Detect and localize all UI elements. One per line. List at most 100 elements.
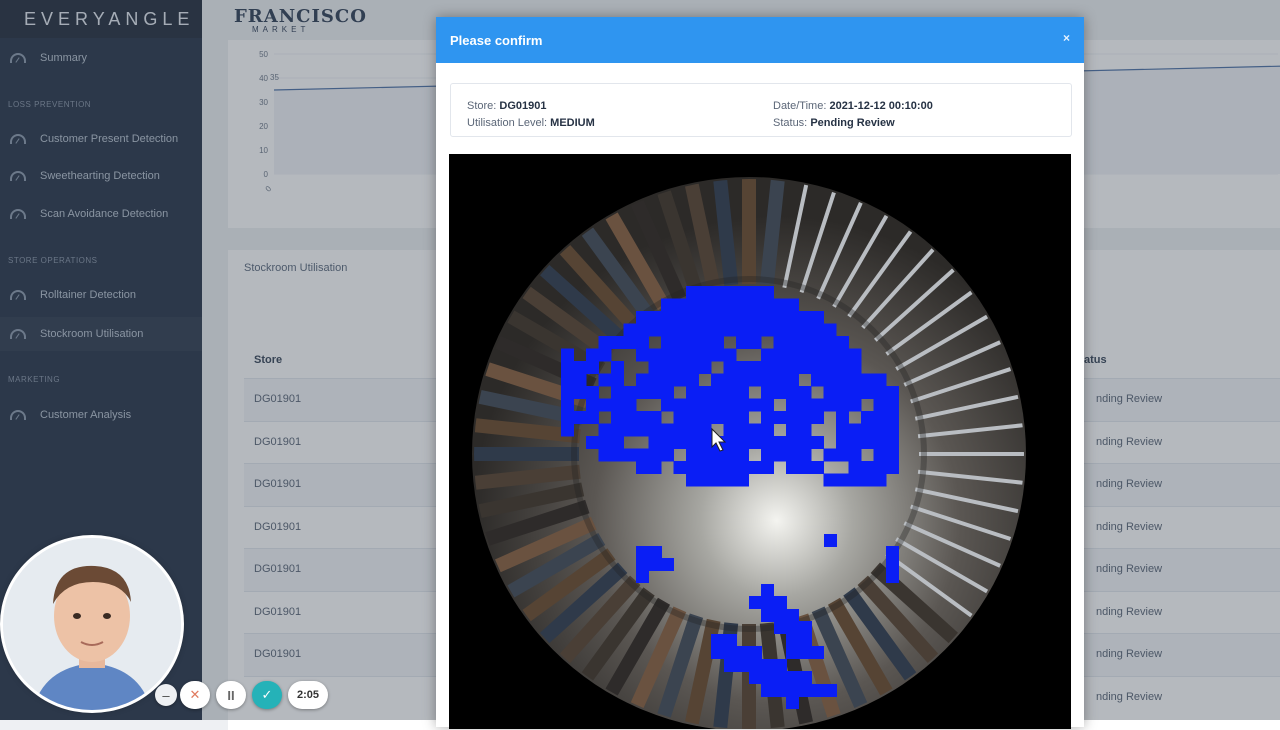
heatmap-cell xyxy=(711,411,724,424)
heatmap-cell xyxy=(836,473,849,487)
heatmap-cell xyxy=(811,311,824,324)
heatmap-cell xyxy=(848,361,862,374)
heatmap-cell xyxy=(848,386,862,399)
heatmap-cell xyxy=(811,646,824,659)
heatmap-cell xyxy=(774,621,787,634)
heatmap-cell xyxy=(673,398,687,412)
heatmap-cell xyxy=(686,361,699,374)
store-info: Store: DG01901 xyxy=(467,100,547,112)
heatmap-cell xyxy=(698,473,712,487)
heatmap-cell xyxy=(698,298,712,312)
heatmap-cell xyxy=(761,298,774,312)
confirm-button[interactable]: ✓ xyxy=(252,681,282,709)
pause-button[interactable]: II xyxy=(216,681,246,709)
heatmap-cell xyxy=(723,348,737,362)
heatmap-cell xyxy=(586,398,599,412)
heatmap-cell xyxy=(786,684,799,697)
heatmap-cell xyxy=(836,411,849,424)
heatmap-cell xyxy=(873,436,887,449)
heatmap-cell xyxy=(736,473,749,487)
heatmap-cell xyxy=(648,323,662,337)
heatmap-cell xyxy=(598,336,612,349)
heatmap-cell xyxy=(623,323,637,337)
heatmap-cell xyxy=(723,298,737,312)
heatmap-cell xyxy=(786,448,799,462)
heatmap-cell xyxy=(711,323,724,337)
heatmap-cell xyxy=(723,386,737,399)
heatmap-cell xyxy=(711,473,724,487)
heatmap-cell xyxy=(661,448,674,462)
heatmap-cell xyxy=(573,373,587,387)
heatmap-cell xyxy=(811,436,824,449)
heatmap-cell xyxy=(636,546,649,559)
heatmap-cell xyxy=(698,461,712,474)
datetime-value: 2021-12-12 00:10:00 xyxy=(829,100,933,112)
heatmap-cell xyxy=(673,311,687,324)
heatmap-cell xyxy=(761,311,774,324)
heatmap-cell xyxy=(836,348,849,362)
heatmap-cell xyxy=(611,386,624,399)
heatmap-cell xyxy=(561,373,574,387)
heatmap-cell xyxy=(886,570,899,583)
heatmap-cell xyxy=(773,411,787,424)
presenter-webcam-avatar xyxy=(3,538,181,710)
heatmap-cell xyxy=(736,646,749,659)
heatmap-cell xyxy=(773,361,787,374)
heatmap-cell xyxy=(698,323,712,337)
heatmap-cell xyxy=(761,436,774,449)
heatmap-cell xyxy=(673,461,687,474)
heatmap-cell xyxy=(698,348,712,362)
heatmap-cell xyxy=(873,386,887,399)
heatmap-cell xyxy=(798,423,812,437)
heatmap-cell xyxy=(649,558,662,571)
heatmap-cell xyxy=(636,386,649,399)
heatmap-cell xyxy=(661,311,674,324)
heatmap-cell xyxy=(636,558,649,571)
heatmap-cell xyxy=(761,348,774,362)
heatmap-cell xyxy=(836,386,849,399)
heatmap-cell xyxy=(761,373,774,387)
heatmap-cell xyxy=(711,373,724,387)
heatmap-cell xyxy=(786,361,799,374)
heatmap-cell xyxy=(873,448,887,462)
heatmap-cell xyxy=(873,423,887,437)
heatmap-cell xyxy=(736,411,749,424)
heatmap-cell xyxy=(761,423,774,437)
heatmap-cell xyxy=(773,323,787,337)
heatmap-cell xyxy=(873,411,887,424)
heatmap-cell xyxy=(761,448,774,462)
heatmap-cell xyxy=(736,398,749,412)
heatmap-cell xyxy=(886,423,899,437)
heatmap-cell xyxy=(686,286,699,299)
heatmap-cell xyxy=(711,311,724,324)
heatmap-cell xyxy=(648,311,662,324)
store-label: Store: xyxy=(467,100,497,112)
heatmap-cell xyxy=(748,323,762,337)
person-avatar-icon xyxy=(3,538,181,710)
heatmap-cell xyxy=(586,386,599,399)
heatmap-cell xyxy=(686,373,699,387)
heatmap-cell xyxy=(823,386,837,399)
close-icon[interactable]: × xyxy=(1063,31,1070,45)
heatmap-cell xyxy=(648,361,662,374)
heatmap-cell xyxy=(749,596,762,609)
heatmap-cell xyxy=(736,386,749,399)
heatmap-cell xyxy=(648,448,662,462)
heatmap-cell xyxy=(761,671,774,684)
heatmap-cell xyxy=(661,361,674,374)
heatmap-cell xyxy=(861,461,874,474)
heatmap-cell xyxy=(799,621,812,634)
heatmap-cell xyxy=(723,323,737,337)
heatmap-cell xyxy=(761,411,774,424)
heatmap-cell xyxy=(623,448,637,462)
cancel-button[interactable]: ✕ xyxy=(180,681,210,709)
heatmap-cell xyxy=(611,398,624,412)
minimize-button[interactable]: – xyxy=(155,684,177,706)
heatmap-cell xyxy=(848,398,862,412)
heatmap-cell xyxy=(661,398,674,412)
heatmap-cell xyxy=(811,373,824,387)
heatmap-cell xyxy=(873,461,887,474)
heatmap-cell xyxy=(824,534,837,547)
heatmap-cell xyxy=(648,461,662,474)
heatmap-cell xyxy=(661,348,674,362)
